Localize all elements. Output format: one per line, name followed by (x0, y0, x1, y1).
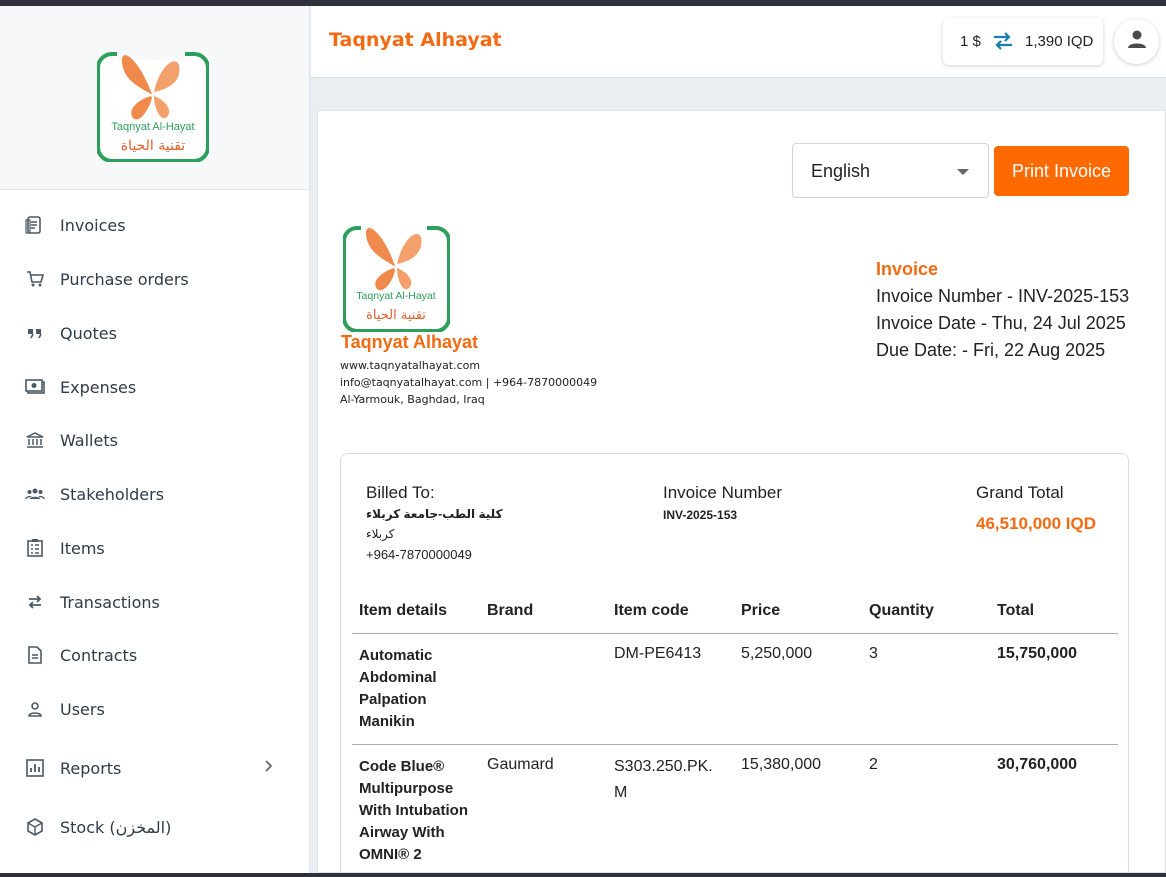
sidebar-item-label: Transactions (60, 592, 160, 612)
sidebar-item-label: Expenses (60, 377, 137, 397)
sidebar-item-expenses[interactable]: Expenses (0, 367, 309, 407)
account-avatar-button[interactable] (1114, 19, 1159, 64)
bank-icon (24, 429, 46, 451)
chart-icon (24, 757, 46, 779)
invoice-date-line: Invoice Date - Thu, 24 Jul 2025 (876, 313, 1126, 333)
window-bottom-bar (0, 873, 1166, 877)
sidebar-item-stakeholders[interactable]: Stakeholders (0, 474, 309, 514)
sidebar-item-label: Wallets (60, 430, 118, 450)
invoice-panel: English Print Invoice Taqnyat Al-Hayat ت… (317, 110, 1166, 877)
invoice-due-line: Due Date: - Fri, 22 Aug 2025 (876, 340, 1106, 360)
item-code: S303.250.PK. M (614, 758, 713, 801)
invoice-meta: Invoice Invoice Number - INV-2025-153 In… (876, 256, 1129, 364)
sidebar-item-label: Items (60, 538, 105, 558)
item-total: 15,750,000 (997, 645, 1078, 662)
language-value: English (811, 161, 871, 181)
svg-text:تقنية الحياة: تقنية الحياة (366, 308, 426, 323)
sidebar-item-users[interactable]: Users (0, 689, 309, 729)
item-total: 30,760,000 (997, 756, 1078, 773)
sidebar-item-label: Invoices (60, 215, 126, 235)
table-row: Automatic Abdominal Palpation Manikin DM… (352, 634, 1118, 745)
item-price: 5,250,000 (741, 645, 813, 662)
svg-text:Taqnyat Al-Hayat: Taqnyat Al-Hayat (356, 290, 435, 302)
column-header: Price (741, 602, 781, 619)
document-icon (24, 644, 46, 666)
account-icon (1126, 28, 1148, 55)
sidebar-item-transactions[interactable]: Transactions (0, 582, 309, 622)
swap-icon (24, 591, 46, 613)
grand-total-label: Grand Total (976, 483, 1064, 502)
company-name: Taqnyat Alhayat (341, 332, 479, 352)
rate-iqd: 1,390 IQD (1025, 33, 1094, 50)
item-quantity: 2 (869, 756, 878, 773)
billed-to-label: Billed To: (366, 483, 435, 502)
client-city: كربلاء (366, 527, 395, 541)
billing-card: Billed To: كلية الطب-جامعة كربلاء كربلاء… (340, 453, 1129, 877)
column-header: Total (997, 602, 1035, 619)
item-price: 15,380,000 (741, 756, 822, 773)
print-invoice-button[interactable]: Print Invoice (994, 146, 1129, 196)
rate-usd: 1 $ (960, 33, 981, 50)
invoice-icon (24, 214, 46, 236)
sidebar-item-wallets[interactable]: Wallets (0, 420, 309, 460)
company-contact: info@taqnyatalhayat.com | +964-787000004… (340, 376, 598, 389)
sidebar-item-purchase-orders[interactable]: Purchase orders (0, 259, 309, 299)
company-address: Al-Yarmouk, Baghdad, Iraq (340, 393, 485, 406)
cart-icon (24, 268, 46, 290)
app-title: Taqnyat Alhayat (329, 29, 502, 51)
invoice-number-label: Invoice Number (663, 483, 783, 502)
company-website: www.taqnyatalhayat.com (340, 359, 481, 372)
sidebar-item-items[interactable]: Items (0, 528, 309, 568)
user-icon (24, 698, 46, 720)
sidebar-item-label: Contracts (60, 645, 138, 665)
item-brand: Gaumard (487, 756, 554, 773)
sidebar-item-quotes[interactable]: Quotes (0, 313, 309, 353)
column-header: Brand (487, 602, 534, 619)
item-code: DM-PE6413 (614, 645, 702, 662)
group-icon (24, 483, 46, 505)
item-quantity: 3 (869, 645, 878, 662)
svg-text:تقنية الحياة: تقنية الحياة (121, 138, 186, 154)
dropdown-caret-icon (957, 169, 969, 175)
chevron-right-icon (264, 759, 274, 778)
sidebar-item-reports[interactable]: Reports (0, 748, 309, 788)
sidebar-item-label: Stakeholders (60, 484, 165, 504)
client-phone: +964-7870000049 (366, 547, 472, 562)
sidebar-item-stock[interactable]: Stock (المخزن) (0, 807, 309, 847)
company-logo: Taqnyat Al-Hayat تقنية الحياة (96, 34, 210, 163)
svg-text:Taqnyat Al-Hayat: Taqnyat Al-Hayat (111, 121, 194, 133)
checklist-icon (24, 537, 46, 559)
invoice-number-line: Invoice Number - INV-2025-153 (876, 286, 1130, 306)
sidebar-item-contracts[interactable]: Contracts (0, 635, 309, 675)
grand-total-value: 46,510,000 IQD (976, 514, 1097, 533)
sidebar-logo-area: Taqnyat Al-Hayat تقنية الحياة (0, 6, 309, 190)
sidebar-item-label: Stock (المخزن) (60, 817, 172, 837)
box-icon (24, 816, 46, 838)
item-name: Code Blue® Multipurpose With Intubation … (359, 758, 468, 863)
invoice-number-value: INV-2025-153 (663, 508, 738, 522)
sidebar-item-label: Quotes (60, 323, 117, 343)
exchange-rate-widget[interactable]: 1 $ 1,390 IQD (943, 18, 1103, 65)
item-name: Automatic Abdominal Palpation Manikin (359, 647, 437, 730)
column-header: Quantity (869, 602, 934, 619)
table-row: Code Blue® Multipurpose With Intubation … (352, 745, 1118, 877)
invoice-company-logo: Taqnyat Al-Hayat تقنية الحياة (342, 208, 451, 333)
client-name: كلية الطب-جامعة كربلاء (366, 507, 503, 521)
language-select[interactable]: English (792, 143, 989, 198)
sidebar-item-label: Reports (60, 758, 122, 778)
sidebar: Taqnyat Al-Hayat تقنية الحياة Invoices P… (0, 6, 310, 873)
sidebar-item-label: Purchase orders (60, 269, 189, 289)
quote-icon (24, 322, 46, 344)
column-header: Item code (614, 602, 689, 619)
column-header: Item details (359, 602, 448, 619)
swap-icon (991, 30, 1015, 56)
items-table-header: Item details Brand Item code Price Quant… (352, 592, 1118, 634)
sidebar-item-invoices[interactable]: Invoices (0, 205, 309, 245)
invoice-title: Invoice (876, 259, 939, 279)
sidebar-item-label: Users (60, 699, 105, 719)
top-header: Taqnyat Alhayat 1 $ 1,390 IQD (311, 6, 1166, 78)
expenses-icon (24, 376, 46, 398)
